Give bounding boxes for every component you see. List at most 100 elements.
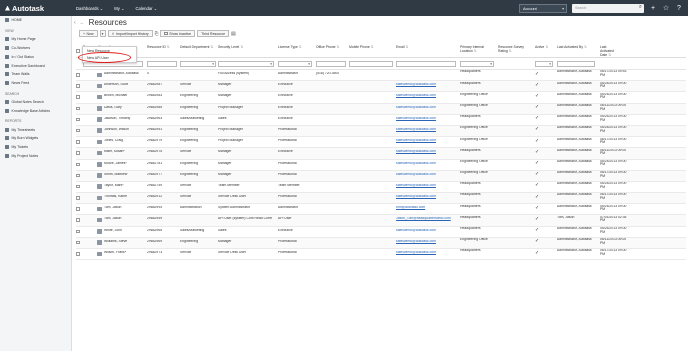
- filter-select[interactable]: [460, 61, 494, 67]
- resource-card-icon[interactable]: [97, 128, 102, 133]
- star-icon[interactable]: ☆: [662, 4, 670, 12]
- filter-select[interactable]: [535, 61, 553, 67]
- row-checkbox[interactable]: [76, 140, 80, 144]
- nav-calendar[interactable]: Calendar ⌄: [136, 6, 158, 11]
- nav-my[interactable]: My ⌄: [114, 6, 124, 11]
- email-link[interactable]: salesdemo@autotask.com: [396, 251, 456, 255]
- row-checkbox[interactable]: [76, 162, 80, 166]
- third-resource-button[interactable]: Third Resource: [197, 30, 230, 37]
- table-row[interactable]: Williams, Steve 29682969 Engineering Manage…: [76, 237, 686, 249]
- email-link[interactable]: salesdemo@autotask.com: [396, 139, 456, 143]
- sidebar-item-global-notes-search[interactable]: Global Notes Search: [0, 98, 71, 107]
- sidebar-item-team-walls[interactable]: Team Walls: [0, 70, 71, 79]
- sidebar-item-home[interactable]: HOME: [0, 16, 71, 25]
- row-checkbox[interactable]: [76, 207, 80, 211]
- filter-select[interactable]: [180, 61, 216, 67]
- row-checkbox[interactable]: [76, 184, 80, 189]
- email-link[interactable]: salesdemo@autotask.com: [396, 162, 456, 166]
- new-button[interactable]: + New: [79, 30, 98, 37]
- account-select[interactable]: Account ▾: [519, 3, 567, 13]
- col-header[interactable]: Active ⇅: [535, 45, 548, 49]
- email-link[interactable]: salesdemo@autotask.com: [396, 117, 456, 121]
- row-checkbox[interactable]: [76, 240, 80, 245]
- sidebar-item-my-born-widgets[interactable]: My Born Widgets: [0, 134, 71, 143]
- email-link[interactable]: salesdemo@autotask.com: [396, 94, 456, 98]
- sidebar-item-co-workers[interactable]: Co-Workers: [0, 44, 71, 53]
- resource-card-icon[interactable]: [97, 94, 102, 100]
- table-row[interactable]: Brown, Michael 29682983 Engineering Manager…: [76, 92, 686, 104]
- sidebar-item-my-project-notes[interactable]: My Project Notes: [0, 152, 71, 161]
- email-link[interactable]: tom@autotask.com: [396, 206, 456, 210]
- col-header[interactable]: Resource Survey Rating ⇅: [498, 45, 530, 53]
- resource-card-icon[interactable]: [97, 83, 102, 89]
- col-header[interactable]: Last Activated Date ⇅: [600, 45, 620, 57]
- table-row[interactable]: Taylor, Mark* 29682749 Service Team Member T…: [76, 182, 686, 194]
- resource-card-icon[interactable]: [97, 240, 102, 245]
- resource-card-icon[interactable]: [97, 206, 102, 212]
- resource-card-icon[interactable]: [97, 139, 102, 145]
- table-row[interactable]: Tom, Jason 29682994 Administration System A…: [76, 204, 686, 216]
- export-icon[interactable]: ⎘: [155, 31, 159, 36]
- filter-input[interactable]: [349, 61, 393, 67]
- column-chooser-icon[interactable]: ▤: [231, 31, 236, 37]
- back-arrow-icon[interactable]: ←: [80, 20, 85, 26]
- col-header[interactable]: Last Activated By ⇅: [557, 45, 587, 49]
- filter-input[interactable]: [557, 61, 595, 67]
- table-row[interactable]: Moore, James* 29682781 Engineering Manager P…: [76, 160, 686, 171]
- sidebar-item-my-home-page[interactable]: My Home Page: [0, 35, 71, 44]
- resource-card-icon[interactable]: [97, 173, 102, 178]
- select-all-checkbox[interactable]: [76, 49, 80, 53]
- sidebar-item-executive-dashboard[interactable]: Executive Dashboard: [0, 61, 71, 70]
- sidebar-item-in-out-status[interactable]: In / Out Status: [0, 52, 71, 61]
- filter-input[interactable]: [396, 61, 456, 67]
- col-header[interactable]: Primary Internal Location ⇅: [460, 45, 492, 53]
- table-row[interactable]: Tom, Jason 29682959 API User (system) Conf…: [76, 215, 686, 227]
- sidebar-item-my-timesheets[interactable]: My Timesheets: [0, 125, 71, 134]
- table-row[interactable]: Wilson, Frank* 29682973 Service Service Des…: [76, 249, 686, 261]
- resource-card-icon[interactable]: [97, 150, 102, 156]
- email-link[interactable]: salesdemo@autotask.com: [396, 106, 456, 110]
- sidebar-item-my-tickets[interactable]: My Tickets: [0, 143, 71, 152]
- col-header[interactable]: Resource ID ⇅: [147, 45, 170, 49]
- import-button[interactable]: ⇪ Import/Import History: [107, 30, 153, 37]
- row-checkbox[interactable]: [76, 117, 80, 122]
- add-icon[interactable]: +: [649, 5, 657, 12]
- row-checkbox[interactable]: [76, 196, 80, 200]
- row-checkbox[interactable]: [76, 95, 80, 99]
- row-checkbox[interactable]: [76, 173, 80, 178]
- table-row[interactable]: Jackson, Timothy 29682963 Sales/Marketing S…: [76, 115, 686, 126]
- email-link[interactable]: salesdemo@autotask.com: [396, 195, 456, 199]
- row-checkbox[interactable]: [76, 229, 80, 234]
- nav-dashboards[interactable]: Dashboards ⌄: [76, 6, 103, 11]
- col-header[interactable]: Security Level ⇅: [218, 45, 243, 49]
- email-link[interactable]: salesdemo@autotask.com: [396, 128, 456, 132]
- resource-card-icon[interactable]: [97, 162, 102, 167]
- col-header[interactable]: Default Department ⇅: [180, 45, 213, 49]
- new-dropdown-toggle[interactable]: ▾: [99, 30, 106, 37]
- row-checkbox[interactable]: [76, 84, 80, 88]
- col-header[interactable]: Office Phone ⇅: [316, 45, 339, 49]
- filter-select[interactable]: [218, 61, 274, 67]
- sidebar-item-news-feed[interactable]: News Feed: [0, 79, 71, 88]
- row-checkbox[interactable]: [76, 252, 80, 256]
- col-header[interactable]: Email ⇅: [396, 45, 408, 49]
- search-icon[interactable]: ⌕: [639, 4, 642, 11]
- help-icon[interactable]: ?: [675, 5, 683, 12]
- table-row[interactable]: Thomas, Kathe 29682912 Service Service Desk…: [76, 193, 686, 205]
- search-input[interactable]: Search ⌕: [572, 3, 644, 13]
- email-link[interactable]: salesdemo@autotask.com: [396, 240, 456, 244]
- row-checkbox[interactable]: [76, 106, 80, 111]
- row-checkbox[interactable]: [76, 151, 80, 155]
- table-row[interactable]: Miller, Susan* 29682975 Service Manager Exec…: [76, 148, 686, 160]
- email-link[interactable]: Jason_Tom@headquartersdmo.com: [396, 217, 456, 221]
- table-row[interactable]: Johnson, Wilson 29682951 Engineering Projec…: [76, 125, 686, 138]
- resource-card-icon[interactable]: [97, 229, 102, 234]
- resource-card-icon[interactable]: [97, 106, 102, 111]
- resource-card-icon[interactable]: [97, 184, 102, 189]
- email-link[interactable]: salesdemo@autotask.com: [396, 150, 456, 154]
- filter-input[interactable]: [316, 61, 346, 67]
- row-checkbox[interactable]: [76, 73, 80, 77]
- row-checkbox[interactable]: [76, 128, 80, 133]
- collapse-sidebar-icon[interactable]: ‹: [74, 20, 76, 26]
- table-row[interactable]: White, John 29682965 Sales/Marketing Sales E…: [76, 227, 686, 238]
